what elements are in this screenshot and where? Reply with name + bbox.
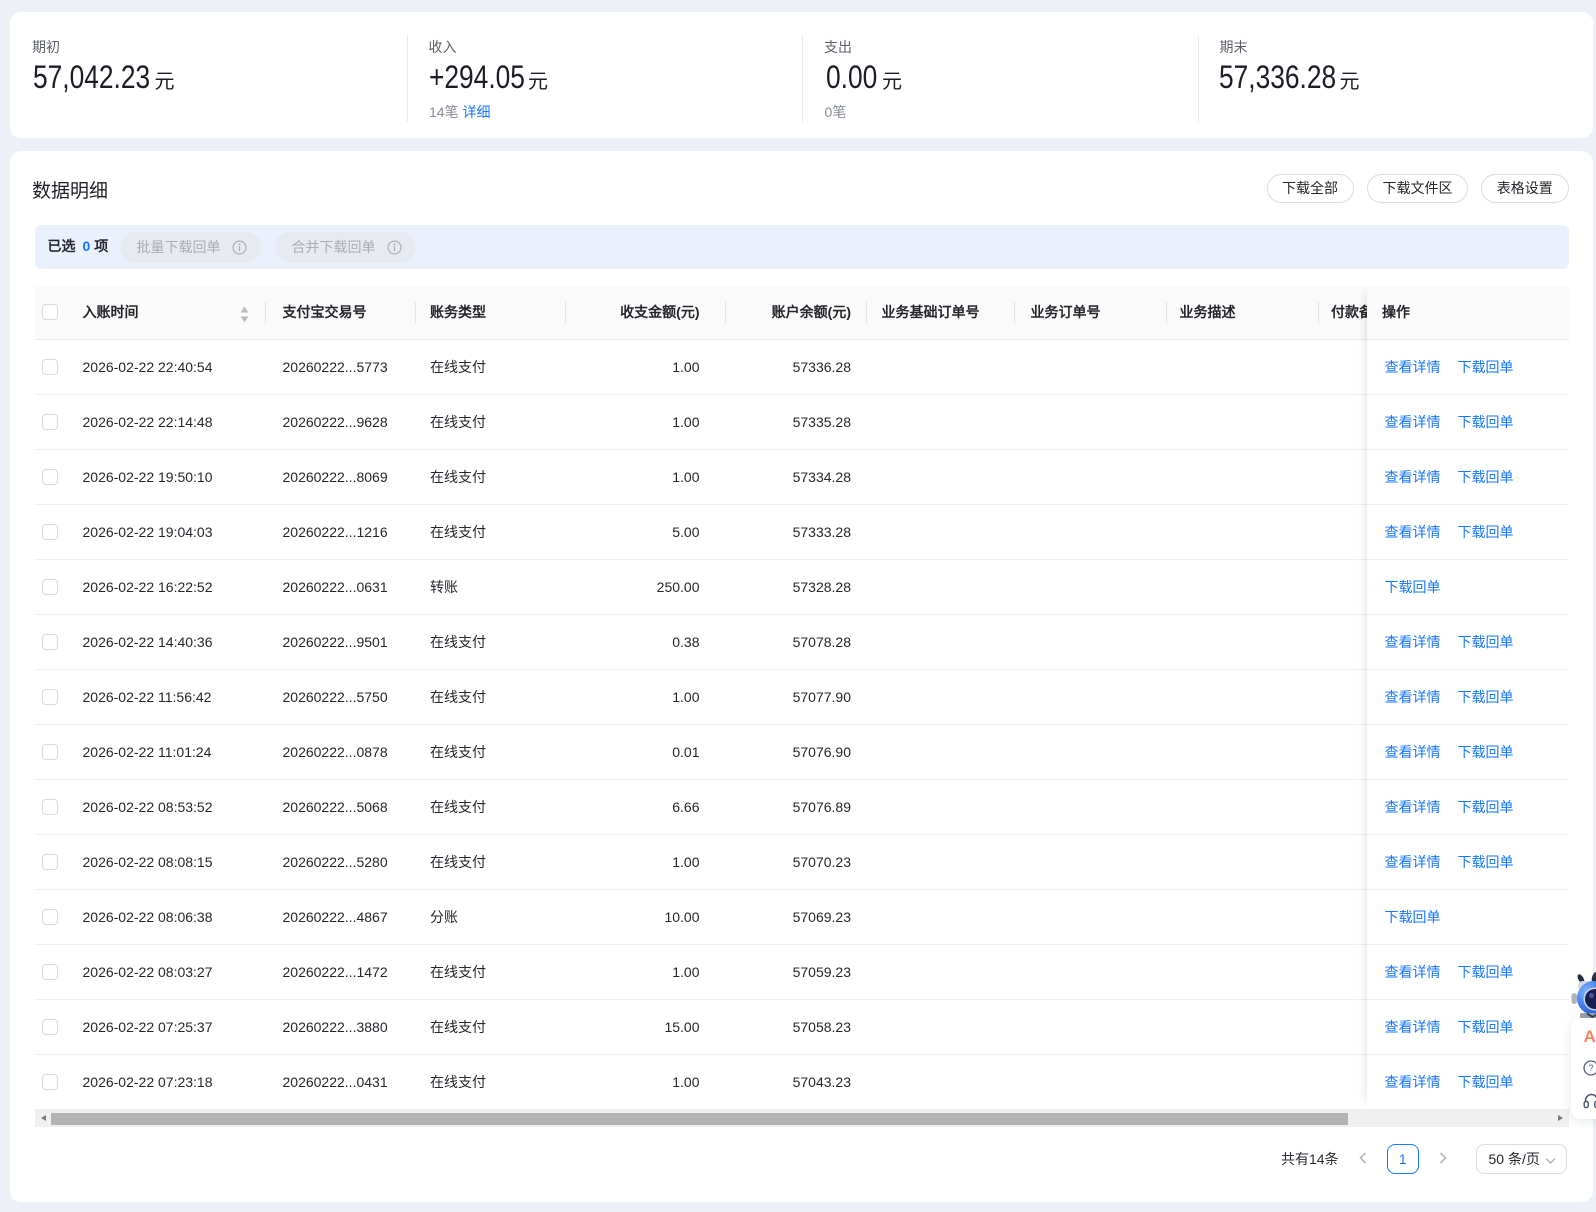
- svg-text:?: ?: [1588, 1063, 1593, 1074]
